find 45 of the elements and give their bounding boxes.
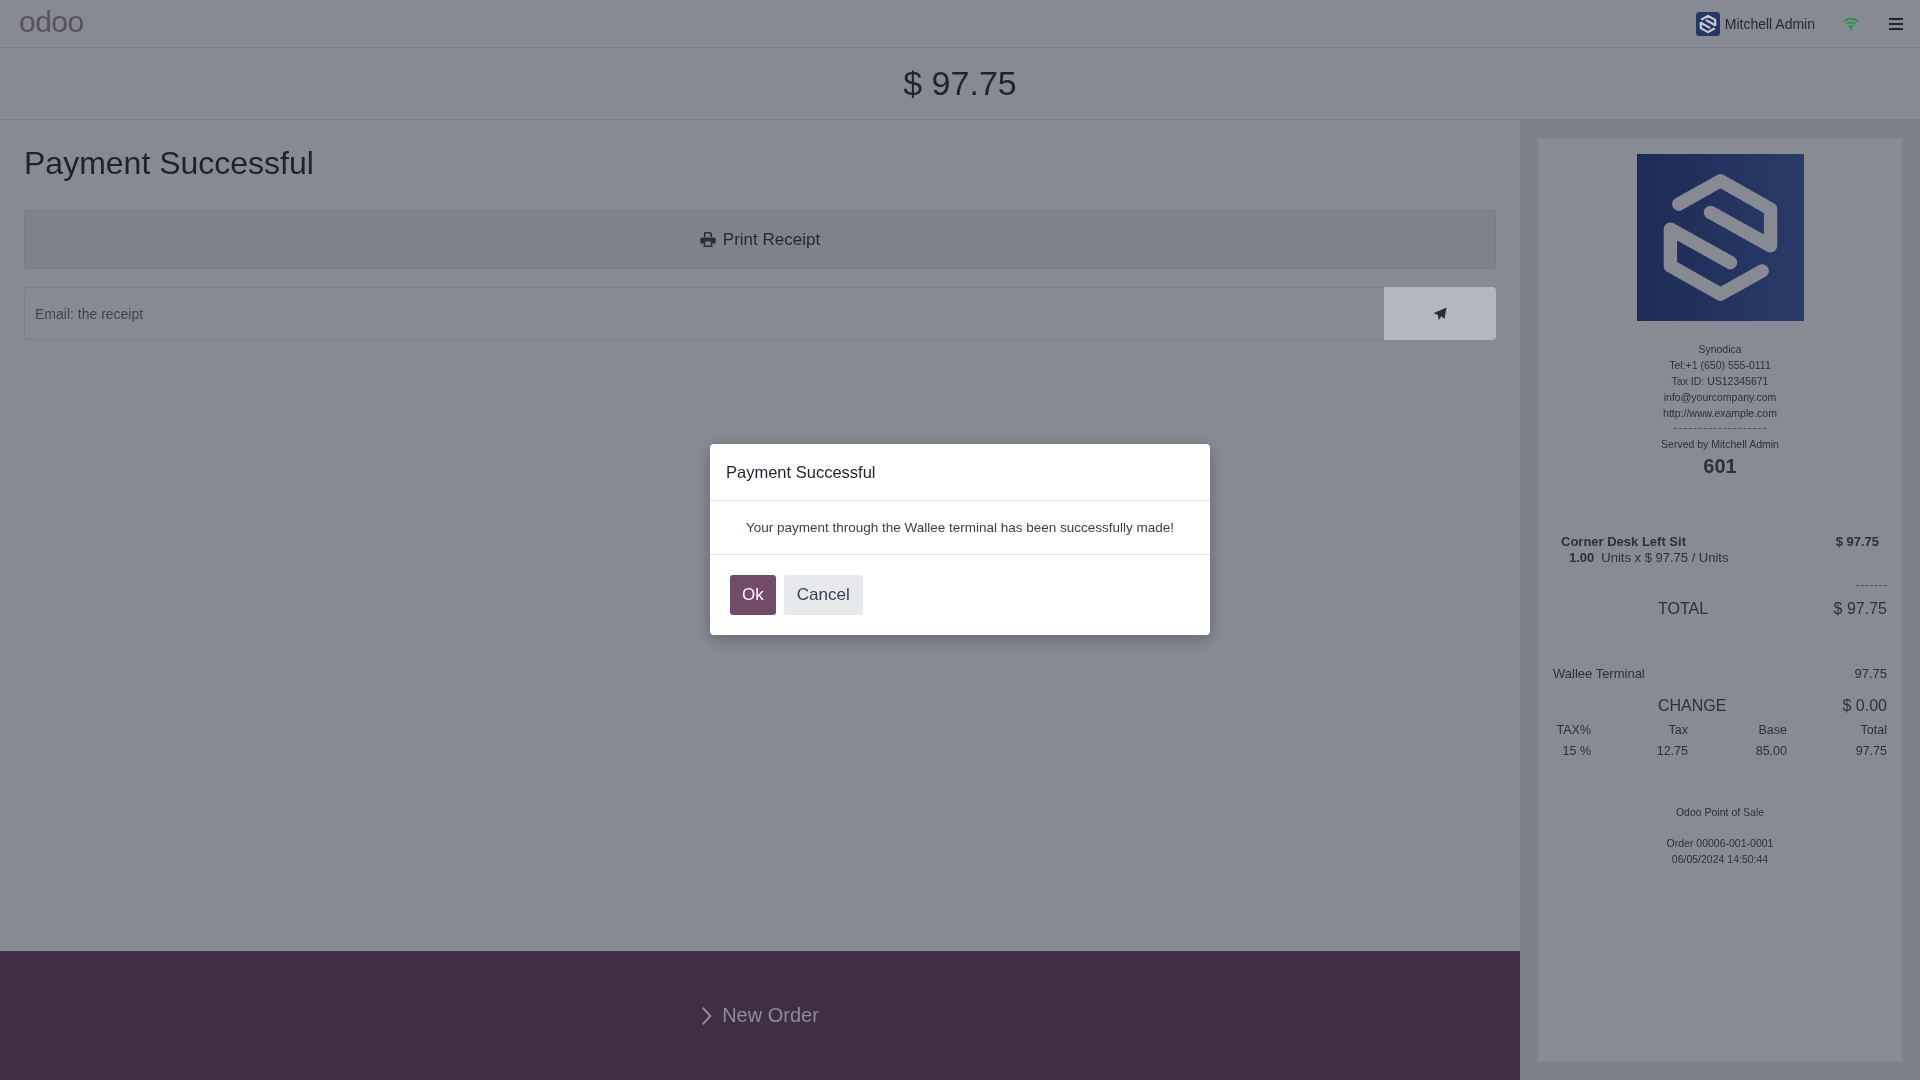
company-info: Synodica [1698,342,1742,357]
product-name: Corner Desk Left Sit [1561,533,1686,550]
tax-header: Total [1859,722,1887,738]
company-info: http://www.example.com [1663,406,1777,421]
tax-cell-text: 97.75 [1854,743,1887,759]
send-icon [1433,306,1447,321]
send-button[interactable] [1384,287,1496,340]
tax-cell-text: 15 % [1561,743,1591,759]
order-number: Order 00006-001-0001 [1666,836,1774,851]
company-info: Tax ID: US12345671 [1671,374,1769,389]
line-quantity: 1.00 [1569,550,1595,566]
menu-icon[interactable] [1889,17,1903,30]
tax-header: Tax [1667,722,1688,738]
total-label: TOTAL [1658,599,1709,619]
chevron-icon [701,1005,713,1026]
served-by: Served by Mitchell Admin [1661,437,1779,452]
dialog-title: Payment Successful [726,462,876,482]
wifi-icon[interactable] [1843,17,1859,30]
tax-header: Base [1757,722,1787,738]
tracking-number: 601 [1703,454,1737,478]
total-amount: $ 97.75 [1833,599,1887,619]
tax-cell-text: 12.75 [1655,743,1688,759]
order-date: 06/05/2024 14:50:44 [1671,852,1769,867]
receipt-footer: Odoo Point of Sale [1675,804,1765,820]
line-price: $ 97.75 [1835,533,1879,550]
tax-header: TAX% [1555,722,1591,738]
printer-icon [699,232,716,247]
payment-amount: 97.75 [1854,666,1887,682]
page-title: Payment Successful [24,144,315,182]
avatar-icon [1695,11,1720,36]
payment-method: Wallee Terminal [1553,666,1645,682]
ok-button[interactable]: Ok [730,575,776,615]
new-order-button[interactable]: New Order [0,951,1520,1080]
cancel-button[interactable]: Cancel [783,575,863,615]
company-info: Tel:+1 (650) 555-0111 [1669,358,1771,373]
company-info: info@yourcompany.com [1663,390,1777,405]
change-amount: $ 0.00 [1842,696,1887,716]
email-field[interactable]: Email: the receipt [24,287,1384,340]
unit-price: Units x $ 97.75 / Units [1601,550,1729,566]
total-amount: $ 97.75 [903,64,1017,103]
tax-cell-text: 85.00 [1754,743,1787,759]
change-label: CHANGE [1658,696,1727,716]
user-name[interactable]: Mitchell Admin [1724,15,1815,32]
print-receipt-button[interactable]: Print Receipt [24,210,1496,269]
dialog-message: Your payment through the Wallee terminal has been successfully made! [745,520,1175,535]
